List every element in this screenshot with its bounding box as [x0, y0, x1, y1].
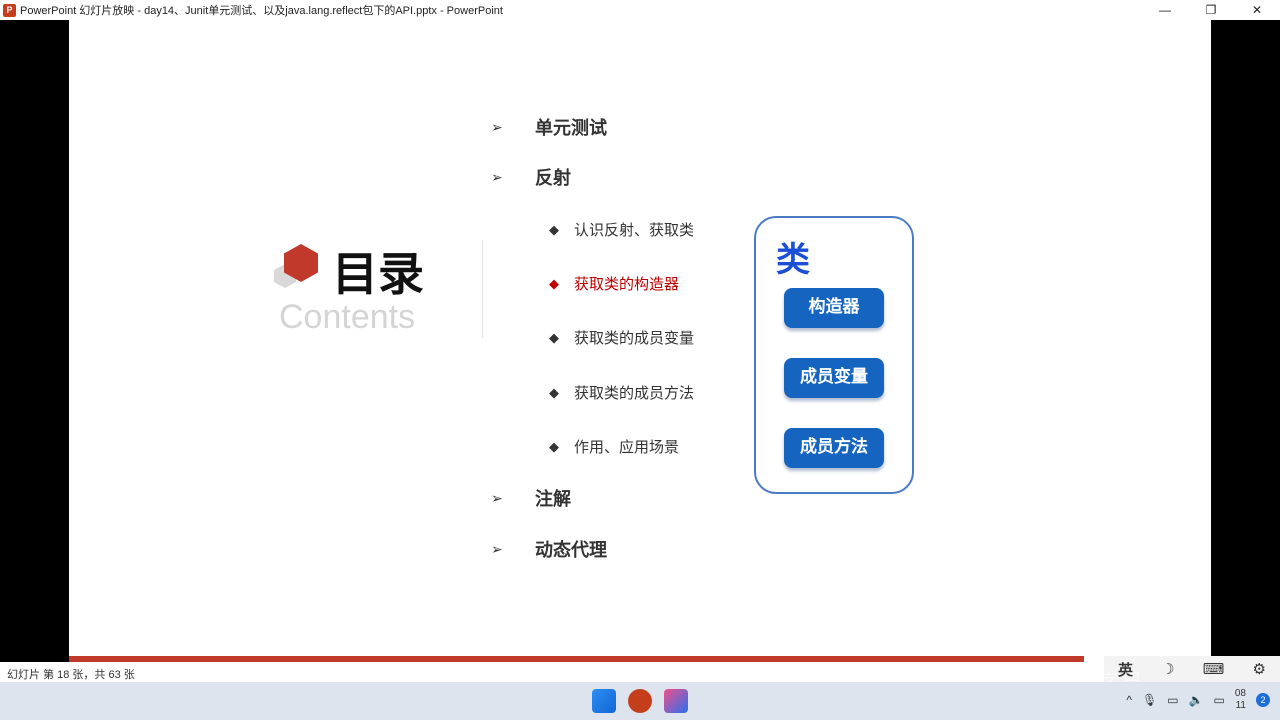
window-title: PowerPoint 幻灯片放映 - day14、Junit单元测试、以及jav…: [20, 5, 503, 17]
arrow-icon: ➢: [491, 540, 503, 557]
notification-badge[interactable]: 2: [1256, 693, 1270, 707]
moon-icon[interactable]: ☽: [1161, 660, 1174, 678]
toc-subitem: ◆ 认识反射、获取类: [549, 221, 695, 240]
diamond-icon: ◆: [549, 384, 559, 400]
toc-subitem: ◆ 获取类的成员变量: [549, 329, 695, 348]
diamond-icon: ◆: [549, 438, 559, 454]
restore-button[interactable]: ❐: [1188, 0, 1234, 20]
toc-item: ➢ 注解: [491, 489, 571, 509]
class-diagram-box: 类 构造器 成员变量 成员方法: [754, 216, 914, 494]
arrow-icon: ➢: [491, 168, 503, 185]
divider: [482, 240, 483, 338]
keyboard-icon[interactable]: ⌨: [1203, 660, 1225, 678]
diamond-icon: ◆: [549, 221, 559, 237]
diamond-icon: ◆: [549, 329, 559, 345]
close-button[interactable]: ✕: [1234, 0, 1280, 20]
minimize-button[interactable]: —: [1142, 0, 1188, 20]
toc-item: ➢ 反射: [491, 168, 571, 188]
slide-heading: 目录: [332, 248, 424, 300]
toc-subitem: ◆ 获取类的成员方法: [549, 384, 695, 403]
toc-subitem-active: ◆ 获取类的构造器: [549, 275, 680, 294]
gear-icon[interactable]: ⚙: [1252, 660, 1265, 678]
windows-start-icon[interactable]: [592, 689, 616, 713]
toc-subitem: ◆ 作用、应用场景: [549, 438, 680, 457]
network-icon[interactable]: ▭: [1167, 693, 1178, 707]
slide: 目录 Contents ➢ 单元测试 ➢ 反射 ◆ 认识反射、获取类 ◆ 获取类的构造器…: [69, 20, 1211, 662]
class-label: 类: [776, 241, 810, 279]
method-button[interactable]: 成员方法: [784, 428, 884, 468]
volume-icon[interactable]: 🔈: [1189, 693, 1204, 707]
toc-item: ➢ 动态代理: [491, 540, 607, 560]
clock[interactable]: 08 11: [1235, 688, 1246, 712]
powerpoint-taskbar-icon[interactable]: [628, 689, 652, 713]
diamond-icon: ◆: [549, 275, 559, 291]
toc-item: ➢ 单元测试: [491, 118, 607, 138]
field-button[interactable]: 成员变量: [784, 358, 884, 398]
intellij-taskbar-icon[interactable]: [664, 689, 688, 713]
title-bar: P PowerPoint 幻灯片放映 - day14、Junit单元测试、以及j…: [0, 0, 1280, 20]
slide-subheading: Contents: [279, 298, 416, 336]
system-tray: ^ 🎙 ▭ 🔈 ▭ 08 11 2: [1126, 688, 1270, 712]
arrow-icon: ➢: [491, 118, 503, 135]
microphone-icon[interactable]: 🎙: [1142, 693, 1157, 707]
arrow-icon: ➢: [491, 489, 503, 506]
battery-icon[interactable]: ▭: [1214, 693, 1225, 707]
powerpoint-icon: P: [3, 3, 16, 17]
constructor-button[interactable]: 构造器: [784, 288, 884, 328]
slide-counter: 幻灯片 第 18 张，共 63 张: [7, 669, 135, 681]
taskbar: ^ 🎙 ▭ 🔈 ▭ 08 11 2: [0, 682, 1280, 720]
chevron-up-icon[interactable]: ^: [1126, 693, 1132, 707]
